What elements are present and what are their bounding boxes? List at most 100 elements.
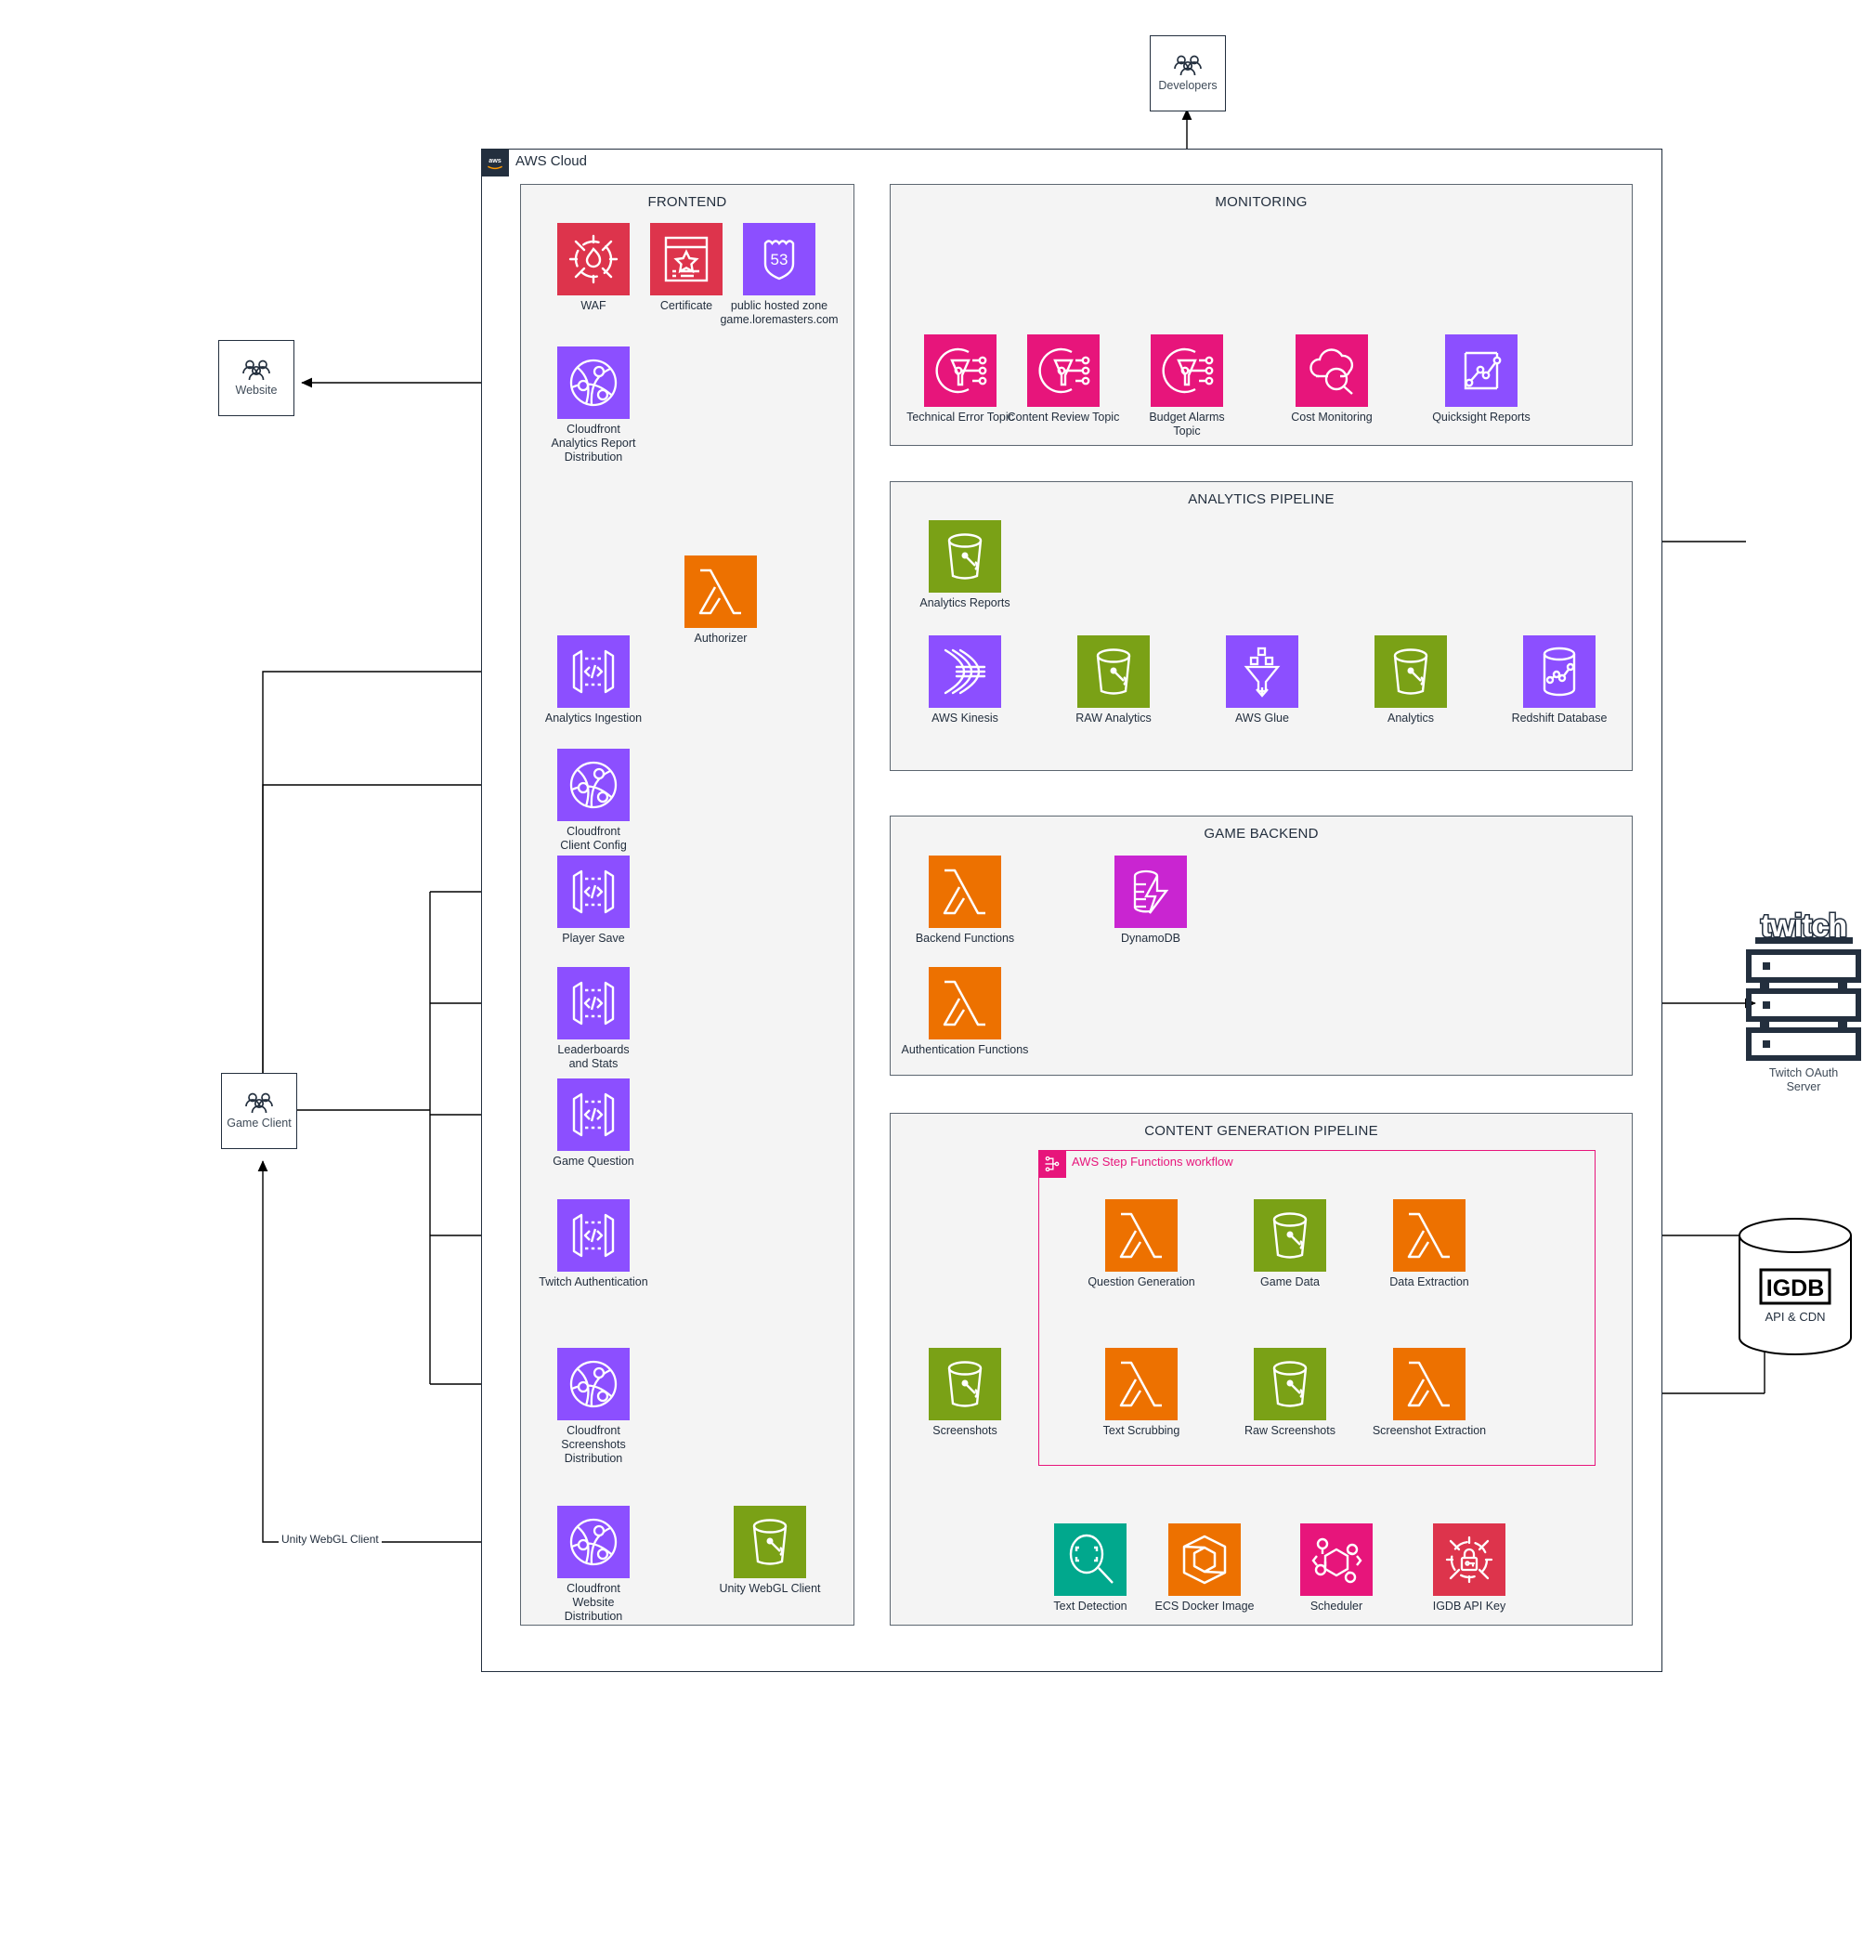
node-budget-alarms-topic[interactable]: Budget Alarms Topic [1149, 334, 1225, 438]
s3-bucket-icon [929, 520, 1001, 593]
group-frontend-title: FRONTEND [647, 194, 727, 210]
eventbridge-scheduler-icon [1300, 1523, 1373, 1596]
node-game-question[interactable]: Game Question [553, 1078, 634, 1168]
s3-bucket-icon [1374, 635, 1447, 708]
node-dynamodb-label: DynamoDB [1121, 932, 1180, 945]
cost-explorer-icon [1296, 334, 1368, 407]
s3-bucket-icon [1254, 1348, 1326, 1420]
group-monitoring-title: MONITORING [1215, 194, 1308, 210]
node-redshift-database[interactable]: Redshift Database [1512, 635, 1607, 725]
s3-bucket-icon [734, 1506, 806, 1578]
ecr-icon [1168, 1523, 1241, 1596]
external-game-client[interactable]: Game Client [221, 1073, 297, 1149]
node-cloudfront-website-distribution[interactable]: Cloudfront Website Distribution [557, 1506, 630, 1623]
node-data-extraction[interactable]: Data Extraction [1389, 1199, 1469, 1288]
aws-cloud-label: AWS Cloud [515, 153, 587, 169]
node-backend-functions-label: Backend Functions [915, 932, 1015, 945]
external-igdb[interactable]: IGDB API & CDN [1735, 1217, 1856, 1356]
node-ecs-docker-image[interactable]: ECS Docker Image [1155, 1523, 1254, 1613]
node-redshift-database-label: Redshift Database [1511, 712, 1608, 725]
node-dynamodb[interactable]: DynamoDB [1114, 856, 1187, 945]
dynamodb-icon [1114, 856, 1187, 928]
node-scheduler[interactable]: Scheduler [1300, 1523, 1373, 1613]
node-data-extraction-label: Data Extraction [1389, 1275, 1469, 1288]
node-public-hosted-zone[interactable]: 53 public hosted zone game.loremasters.c… [720, 223, 839, 326]
node-waf[interactable]: WAF [557, 223, 630, 312]
node-twitch-authentication-label: Twitch Authentication [539, 1275, 648, 1288]
node-screenshots[interactable]: Screenshots [929, 1348, 1001, 1437]
external-twitch-label: Twitch OAuth Server [1768, 1066, 1839, 1093]
s3-bucket-icon [1254, 1199, 1326, 1272]
node-quicksight-reports-label: Quicksight Reports [1432, 411, 1531, 424]
node-cloudfront-client-config[interactable]: Cloudfront Client Config [557, 749, 630, 852]
api-gateway-icon [557, 1078, 630, 1151]
node-cloudfront-analytics-report-distribution[interactable]: Cloudfront Analytics Report Distribution [551, 346, 636, 464]
external-website[interactable]: Website [218, 340, 294, 416]
node-quicksight-reports[interactable]: Quicksight Reports [1432, 334, 1531, 424]
route53-icon: 53 [743, 223, 815, 295]
node-cf-analytics-label: Cloudfront Analytics Report Distribution [551, 423, 636, 464]
node-raw-screenshots[interactable]: Raw Screenshots [1244, 1348, 1335, 1437]
architecture-diagram: aws AWS Cloud FRONTEND MONITORING ANALYT… [0, 0, 1876, 1960]
lambda-icon [1105, 1348, 1178, 1420]
node-screenshot-extraction[interactable]: Screenshot Extraction [1373, 1348, 1486, 1437]
api-gateway-icon [557, 856, 630, 928]
lambda-icon [684, 555, 757, 628]
lambda-icon [1393, 1199, 1466, 1272]
node-analytics-reports-label: Analytics Reports [919, 596, 1010, 609]
node-text-detection[interactable]: Text Detection [1053, 1523, 1127, 1613]
node-unity-webgl-client-bucket[interactable]: Unity WebGL Client [719, 1506, 821, 1595]
users-icon [245, 1092, 273, 1114]
node-cf-website-label: Cloudfront Website Distribution [564, 1582, 623, 1623]
sns-topic-icon [1151, 334, 1223, 407]
certificate-icon [650, 223, 723, 295]
lambda-icon [1105, 1199, 1178, 1272]
external-developers[interactable]: Developers [1150, 35, 1226, 111]
node-cloudfront-screenshots-distribution[interactable]: Cloudfront Screenshots Distribution [557, 1348, 630, 1465]
secrets-manager-icon [1433, 1523, 1505, 1596]
node-certificate[interactable]: Certificate [650, 223, 723, 312]
node-player-save[interactable]: Player Save [557, 856, 630, 945]
svg-text:aws: aws [489, 156, 502, 164]
node-authorizer[interactable]: Authorizer [684, 555, 757, 645]
node-backend-functions[interactable]: Backend Functions [916, 856, 1014, 945]
api-gateway-icon [557, 1199, 630, 1272]
node-public-hosted-zone-label: public hosted zone game.loremasters.com [720, 299, 839, 326]
node-authentication-functions-label: Authentication Functions [901, 1043, 1029, 1056]
external-twitch-oauth-server[interactable] [1744, 947, 1863, 1064]
api-gateway-icon [557, 967, 630, 1039]
server-stack-icon [1746, 949, 1861, 1061]
node-authorizer-label: Authorizer [694, 632, 748, 645]
node-analytics-ingestion[interactable]: Analytics Ingestion [545, 635, 642, 725]
node-screenshot-extraction-label: Screenshot Extraction [1372, 1424, 1487, 1437]
node-leaderboards-and-stats[interactable]: Leaderboards and Stats [557, 967, 630, 1070]
kinesis-icon [929, 635, 1001, 708]
api-gateway-icon [557, 635, 630, 708]
node-leaderboards-label: Leaderboards and Stats [557, 1043, 630, 1070]
node-question-generation[interactable]: Question Generation [1088, 1199, 1195, 1288]
node-aws-glue[interactable]: AWS Glue [1226, 635, 1298, 725]
step-functions-label: AWS Step Functions workflow [1072, 1155, 1233, 1169]
node-technical-error-topic[interactable]: Technical Error Topic [906, 334, 1014, 424]
s3-bucket-icon [929, 1348, 1001, 1420]
cloudfront-icon [557, 1348, 630, 1420]
node-authentication-functions[interactable]: Authentication Functions [902, 967, 1028, 1056]
node-text-scrubbing[interactable]: Text Scrubbing [1103, 1348, 1179, 1437]
node-raw-analytics[interactable]: RAW Analytics [1075, 635, 1152, 725]
node-twitch-authentication[interactable]: Twitch Authentication [539, 1199, 648, 1288]
node-igdb-api-key[interactable]: IGDB API Key [1433, 1523, 1505, 1613]
node-cost-monitoring[interactable]: Cost Monitoring [1291, 334, 1373, 424]
external-developers-label: Developers [1158, 79, 1218, 92]
igdb-sublabel: API & CDN [1765, 1310, 1825, 1324]
users-icon [242, 359, 270, 381]
node-cf-screenshots-label: Cloudfront Screenshots Distribution [561, 1424, 626, 1465]
external-game-client-label: Game Client [227, 1117, 292, 1130]
waf-icon [557, 223, 630, 295]
lambda-icon [929, 967, 1001, 1039]
node-screenshots-label: Screenshots [932, 1424, 997, 1437]
node-game-data[interactable]: Game Data [1254, 1199, 1326, 1288]
node-content-review-topic[interactable]: Content Review Topic [1008, 334, 1119, 424]
node-aws-kinesis[interactable]: AWS Kinesis [929, 635, 1001, 725]
node-analytics-bucket[interactable]: Analytics [1374, 635, 1447, 725]
node-analytics-reports[interactable]: Analytics Reports [919, 520, 1010, 609]
